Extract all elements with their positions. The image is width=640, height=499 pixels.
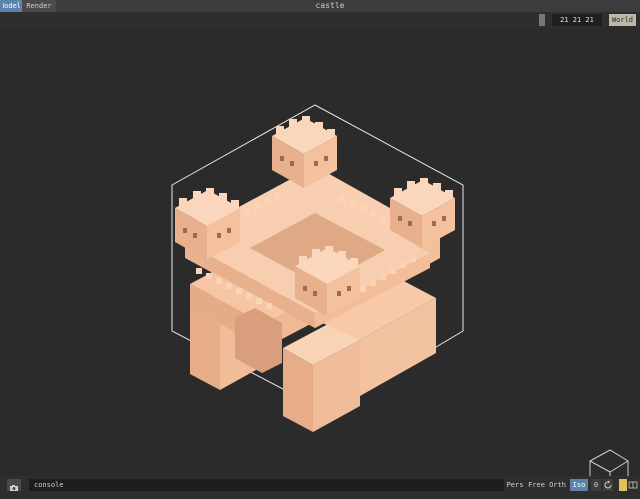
dimensions-field[interactable]: 21 21 21 [552, 14, 602, 26]
zero-button[interactable]: 0 [591, 479, 601, 491]
orientation-cube-icon[interactable] [589, 449, 629, 476]
tab-render[interactable]: Render [22, 0, 56, 12]
world-toggle-button[interactable]: World [609, 14, 636, 26]
tab-model-label: Model [3, 2, 21, 10]
toolbar-drag-handle[interactable] [539, 14, 545, 26]
window-title: castle [315, 1, 345, 10]
grid-toggle-button[interactable] [628, 479, 638, 491]
camera-mode-orth-button[interactable]: Orth [548, 479, 567, 491]
title-bar: Model Render castle [0, 0, 640, 12]
reset-view-button[interactable] [603, 479, 613, 491]
camera-mode-free-button[interactable]: Free [527, 479, 546, 491]
palette-color-swatch[interactable] [619, 479, 627, 491]
castle-model [175, 116, 455, 432]
console-input[interactable]: console [29, 479, 504, 491]
camera-button[interactable] [7, 479, 21, 491]
camera-mode-iso-button[interactable]: Iso [570, 479, 588, 491]
rotate-icon [604, 480, 612, 489]
3d-viewport[interactable] [0, 28, 640, 476]
camera-mode-pers-button[interactable]: Pers [506, 479, 524, 491]
viewport-canvas[interactable] [0, 28, 640, 476]
tab-model[interactable]: Model [0, 0, 24, 12]
grid-icon [628, 481, 638, 489]
camera-icon [10, 485, 18, 491]
